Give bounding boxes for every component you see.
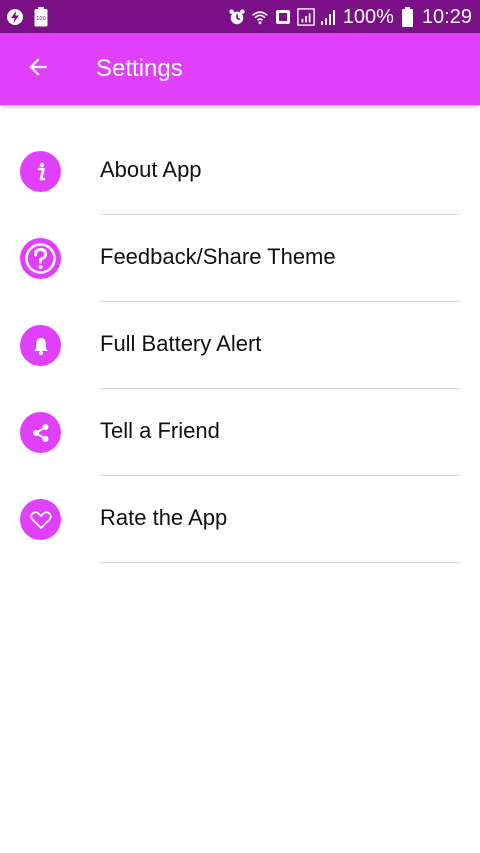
divider — [100, 562, 460, 563]
arrow-left-icon — [25, 54, 51, 85]
bell-icon — [20, 325, 61, 366]
sim-signal-icon — [297, 7, 315, 26]
status-bar: 100 100% 10:29 — [0, 0, 480, 33]
settings-item-full-battery-alert[interactable]: Full Battery Alert — [0, 302, 480, 389]
info-icon — [20, 151, 61, 192]
settings-item-label: Full Battery Alert — [100, 331, 262, 356]
settings-list: About App Feedback/Share Theme Full Batt… — [0, 128, 480, 563]
nfc-icon — [274, 8, 292, 26]
battery-icon — [399, 6, 417, 27]
settings-item-label: About App — [100, 157, 202, 182]
settings-item-label: Rate the App — [100, 505, 228, 530]
alarm-icon — [228, 8, 246, 26]
share-icon — [20, 412, 61, 453]
settings-item-rate-the-app[interactable]: Rate the App — [0, 476, 480, 563]
settings-item-label: Tell a Friend — [100, 418, 220, 443]
battery-badge-text: 100 — [36, 16, 46, 22]
page-title: Settings — [96, 55, 183, 82]
heart-icon — [20, 499, 61, 540]
flash-notification-icon — [6, 8, 24, 26]
settings-item-about-app[interactable]: About App — [0, 128, 480, 215]
signal-strength-icon — [320, 8, 338, 26]
app-toolbar: Settings — [0, 33, 480, 105]
battery-app-notification-icon: 100 — [32, 6, 50, 26]
wifi-icon — [251, 8, 269, 26]
battery-percent-text: 100% — [342, 5, 394, 28]
settings-item-label: Feedback/Share Theme — [100, 244, 336, 269]
settings-item-feedback-share-theme[interactable]: Feedback/Share Theme — [0, 215, 480, 302]
settings-item-tell-a-friend[interactable]: Tell a Friend — [0, 389, 480, 476]
help-circle-icon — [20, 238, 61, 279]
clock-text: 10:29 — [421, 5, 472, 28]
back-button[interactable] — [10, 41, 66, 97]
